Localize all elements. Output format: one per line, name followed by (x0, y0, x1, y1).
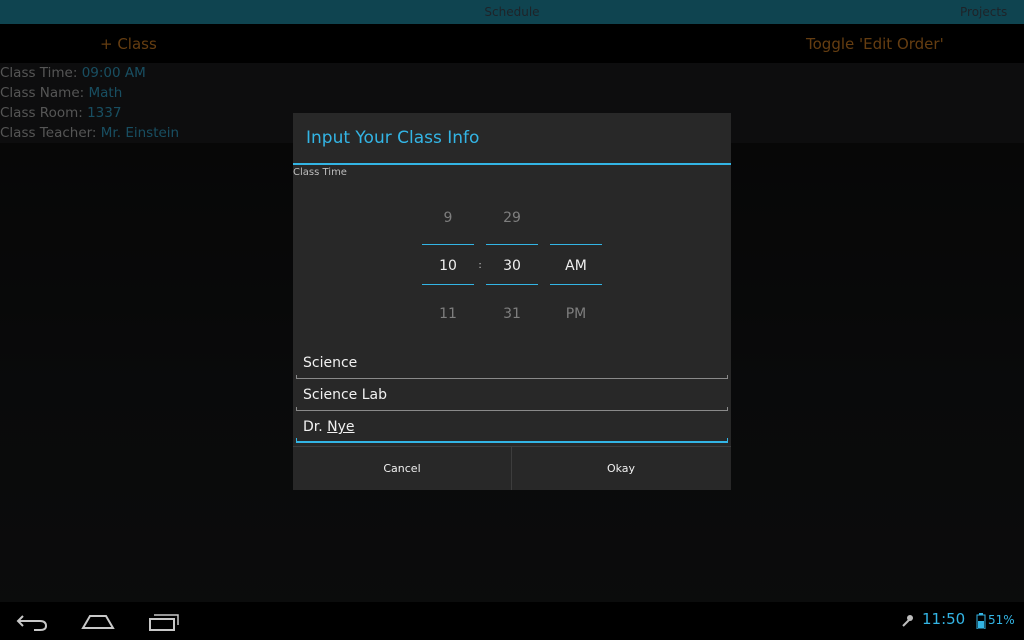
class-name-field[interactable]: Science (296, 349, 728, 379)
cancel-button[interactable]: Cancel (293, 447, 511, 490)
class-room-field-underline (296, 407, 728, 411)
minute-current-value[interactable]: 30 (486, 254, 538, 278)
class-info-dialog: Input Your Class Info Class Time 9 10 11… (293, 113, 731, 490)
class-name-field-text: Science (303, 355, 358, 371)
status-time: 11:50 (922, 610, 966, 628)
dialog-title: Input Your Class Info (306, 128, 480, 148)
back-icon[interactable] (14, 610, 54, 632)
ampm-current-value[interactable]: AM (550, 254, 602, 278)
battery-percent: 51% (988, 613, 1015, 627)
class-name-field-underline (296, 375, 728, 379)
home-icon[interactable] (78, 610, 118, 632)
dialog-title-divider (293, 163, 731, 165)
hour-selection-divider-top (422, 244, 474, 245)
minute-next-value[interactable]: 31 (486, 302, 538, 326)
class-room-field[interactable]: Science Lab (296, 381, 728, 411)
system-bar: 11:50 51% (0, 602, 1024, 640)
class-teacher-field-underline (296, 438, 728, 443)
battery-icon (976, 613, 986, 630)
ampm-selection-divider-top (550, 244, 602, 245)
minute-selection-divider-bottom (486, 284, 538, 285)
class-room-field-text: Science Lab (303, 387, 387, 403)
class-teacher-field-text: Dr. Nye (303, 419, 355, 435)
ampm-selection-divider-bottom (550, 284, 602, 285)
hour-next-value[interactable]: 11 (422, 302, 474, 326)
notification-icon (900, 613, 916, 629)
time-separator: : (478, 260, 482, 271)
minute-prev-value[interactable]: 29 (486, 206, 538, 230)
ampm-next-value[interactable]: PM (550, 302, 602, 326)
teacher-composing-word: Nye (327, 419, 355, 435)
hour-selection-divider-bottom (422, 284, 474, 285)
class-time-section-label: Class Time (293, 167, 347, 178)
ampm-prev-value[interactable] (550, 206, 602, 230)
teacher-prefix-text: Dr. (303, 419, 328, 435)
hour-current-value[interactable]: 10 (422, 254, 474, 278)
recents-icon[interactable] (142, 610, 182, 632)
hour-prev-value[interactable]: 9 (422, 206, 474, 230)
app-root: Schedule Projects + Class Toggle 'Edit O… (0, 0, 1024, 640)
okay-button[interactable]: Okay (512, 447, 730, 490)
class-teacher-field[interactable]: Dr. Nye (296, 413, 728, 443)
minute-selection-divider-top (486, 244, 538, 245)
